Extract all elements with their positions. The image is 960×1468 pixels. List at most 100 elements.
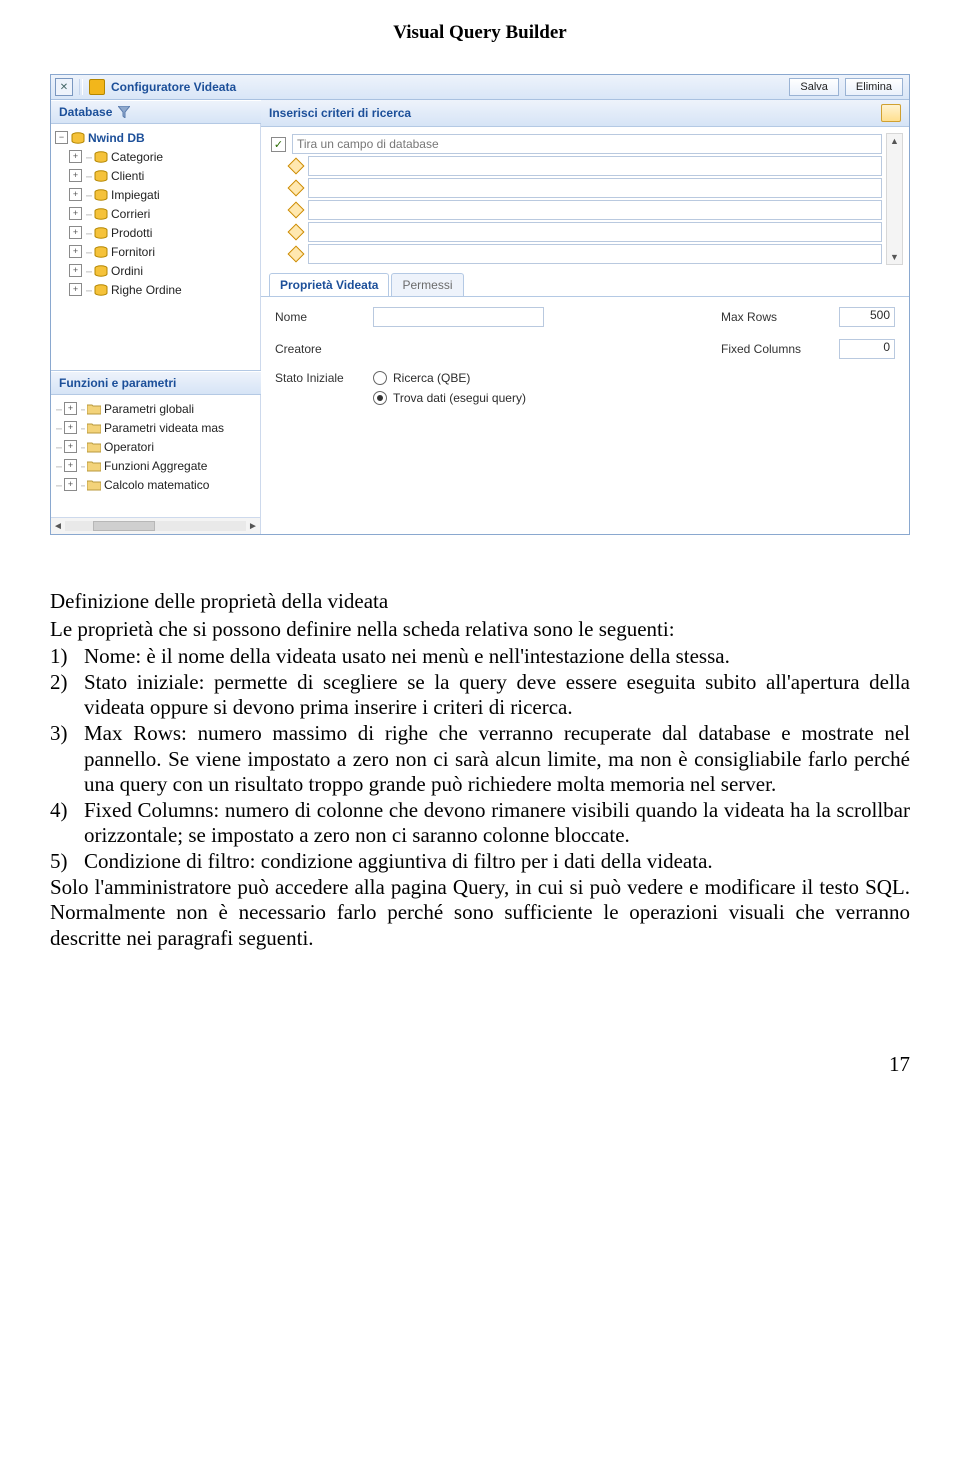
list-number: 2) xyxy=(50,670,84,721)
expand-icon[interactable]: + xyxy=(64,421,77,434)
tree-connector: ··· xyxy=(85,245,91,259)
diamond-icon xyxy=(288,224,305,241)
body-text: Definizione delle proprietà della videat… xyxy=(50,589,910,952)
criteria-icon[interactable] xyxy=(881,104,901,122)
tree-connector: ··· xyxy=(85,169,91,183)
table-icon xyxy=(94,265,108,277)
criteria-header: Inserisci criteri di ricerca xyxy=(261,100,909,127)
tab-permissions[interactable]: Permessi xyxy=(391,273,463,296)
table-item[interactable]: Righe Ordine xyxy=(111,283,182,297)
table-icon xyxy=(94,208,108,220)
criteria-input[interactable] xyxy=(308,200,882,220)
scroll-up-icon[interactable]: ▲ xyxy=(887,134,902,148)
nome-field[interactable] xyxy=(373,307,544,327)
radio-ricerca-label: Ricerca (QBE) xyxy=(393,371,470,385)
creatore-label: Creatore xyxy=(275,342,365,356)
criteria-input[interactable]: Tira un campo di database xyxy=(292,134,882,154)
expand-icon[interactable]: + xyxy=(69,207,82,220)
expand-icon[interactable]: + xyxy=(69,264,82,277)
section-title: Definizione delle proprietà della videat… xyxy=(50,589,910,615)
database-panel-header: Database xyxy=(51,100,261,124)
list-item-text: Nome: è il nome della videata usato nei … xyxy=(84,644,910,670)
collapse-icon[interactable]: − xyxy=(55,131,68,144)
tree-connector: ··· xyxy=(85,264,91,278)
save-button[interactable]: Salva xyxy=(789,78,839,96)
fixedcols-field[interactable]: 0 xyxy=(839,339,895,359)
function-item[interactable]: Parametri videata mas xyxy=(104,421,224,435)
radio-trovadati-label: Trova dati (esegui query) xyxy=(393,391,526,405)
db-root[interactable]: Nwind DB xyxy=(88,131,145,145)
criteria-input[interactable] xyxy=(308,156,882,176)
expand-icon[interactable]: + xyxy=(69,226,82,239)
table-item[interactable]: Prodotti xyxy=(111,226,152,240)
vertical-scrollbar[interactable]: ▲ ▼ xyxy=(886,133,903,265)
table-item[interactable]: Fornitori xyxy=(111,245,155,259)
table-item[interactable]: Corrieri xyxy=(111,207,150,221)
page-number: 17 xyxy=(50,1052,910,1077)
properties-form: Nome Max Rows 500 Creatore Fixed Columns… xyxy=(261,297,909,425)
diamond-icon xyxy=(288,202,305,219)
table-item[interactable]: Impiegati xyxy=(111,188,160,202)
expand-icon[interactable]: + xyxy=(64,402,77,415)
delete-button[interactable]: Elimina xyxy=(845,78,903,96)
criteria-checkbox[interactable]: ✓ xyxy=(271,137,286,152)
functions-panel-header: Funzioni e parametri xyxy=(51,371,261,395)
horizontal-scrollbar[interactable]: ◄ ► xyxy=(51,517,261,534)
diamond-icon xyxy=(288,180,305,197)
scroll-thumb[interactable] xyxy=(93,521,155,531)
expand-icon[interactable]: + xyxy=(64,478,77,491)
filter-icon[interactable] xyxy=(118,106,130,118)
table-icon xyxy=(94,227,108,239)
function-item[interactable]: Operatori xyxy=(104,440,154,454)
expand-icon[interactable]: + xyxy=(69,188,82,201)
table-icon xyxy=(94,151,108,163)
diamond-icon xyxy=(288,158,305,175)
function-item[interactable]: Funzioni Aggregate xyxy=(104,459,207,473)
table-icon xyxy=(94,189,108,201)
table-item[interactable]: Categorie xyxy=(111,150,163,164)
function-item[interactable]: Calcolo matematico xyxy=(104,478,209,492)
table-icon xyxy=(94,170,108,182)
tab-properties[interactable]: Proprietà Videata xyxy=(269,273,389,296)
tree-connector: ··· xyxy=(85,283,91,297)
scroll-down-icon[interactable]: ▼ xyxy=(887,250,902,264)
outro-text: Solo l'amministratore può accedere alla … xyxy=(50,875,910,952)
expand-icon[interactable]: + xyxy=(64,440,77,453)
separator xyxy=(79,79,83,95)
intro-text: Le proprietà che si possono definire nel… xyxy=(50,617,910,643)
app-panel: ✕ Configuratore Videata Salva Elimina Da… xyxy=(50,74,910,535)
page-header: Visual Query Builder xyxy=(50,22,910,44)
expand-icon[interactable]: + xyxy=(69,169,82,182)
scroll-left-icon[interactable]: ◄ xyxy=(51,521,65,532)
folder-icon xyxy=(87,422,101,434)
table-item[interactable]: Clienti xyxy=(111,169,144,183)
maxrows-field[interactable]: 500 xyxy=(839,307,895,327)
tree-connector: ·· xyxy=(80,440,84,454)
nome-label: Nome xyxy=(275,310,365,324)
scroll-right-icon[interactable]: ► xyxy=(246,521,260,532)
expand-icon[interactable]: + xyxy=(64,459,77,472)
criteria-rows: ✓ Tira un campo di database xyxy=(271,133,882,265)
close-icon[interactable]: ✕ xyxy=(55,78,73,96)
criteria-input[interactable] xyxy=(308,178,882,198)
criteria-input[interactable] xyxy=(308,222,882,242)
criteria-title: Inserisci criteri di ricerca xyxy=(269,106,411,120)
window-title: Configuratore Videata xyxy=(111,80,236,94)
radio-ricerca[interactable] xyxy=(373,371,387,385)
radio-trovadati[interactable] xyxy=(373,391,387,405)
function-item[interactable]: Parametri globali xyxy=(104,402,194,416)
tree-connector: ··· xyxy=(55,440,61,454)
table-icon xyxy=(94,246,108,258)
expand-icon[interactable]: + xyxy=(69,150,82,163)
database-label: Database xyxy=(59,105,112,119)
expand-icon[interactable]: + xyxy=(69,245,82,258)
functions-label: Funzioni e parametri xyxy=(59,376,176,390)
criteria-input[interactable] xyxy=(308,244,882,264)
table-icon xyxy=(94,284,108,296)
table-item[interactable]: Ordini xyxy=(111,264,143,278)
config-icon xyxy=(89,79,105,95)
tree-connector: ·· xyxy=(80,478,84,492)
folder-icon xyxy=(87,441,101,453)
expand-icon[interactable]: + xyxy=(69,283,82,296)
list-number: 1) xyxy=(50,644,84,670)
